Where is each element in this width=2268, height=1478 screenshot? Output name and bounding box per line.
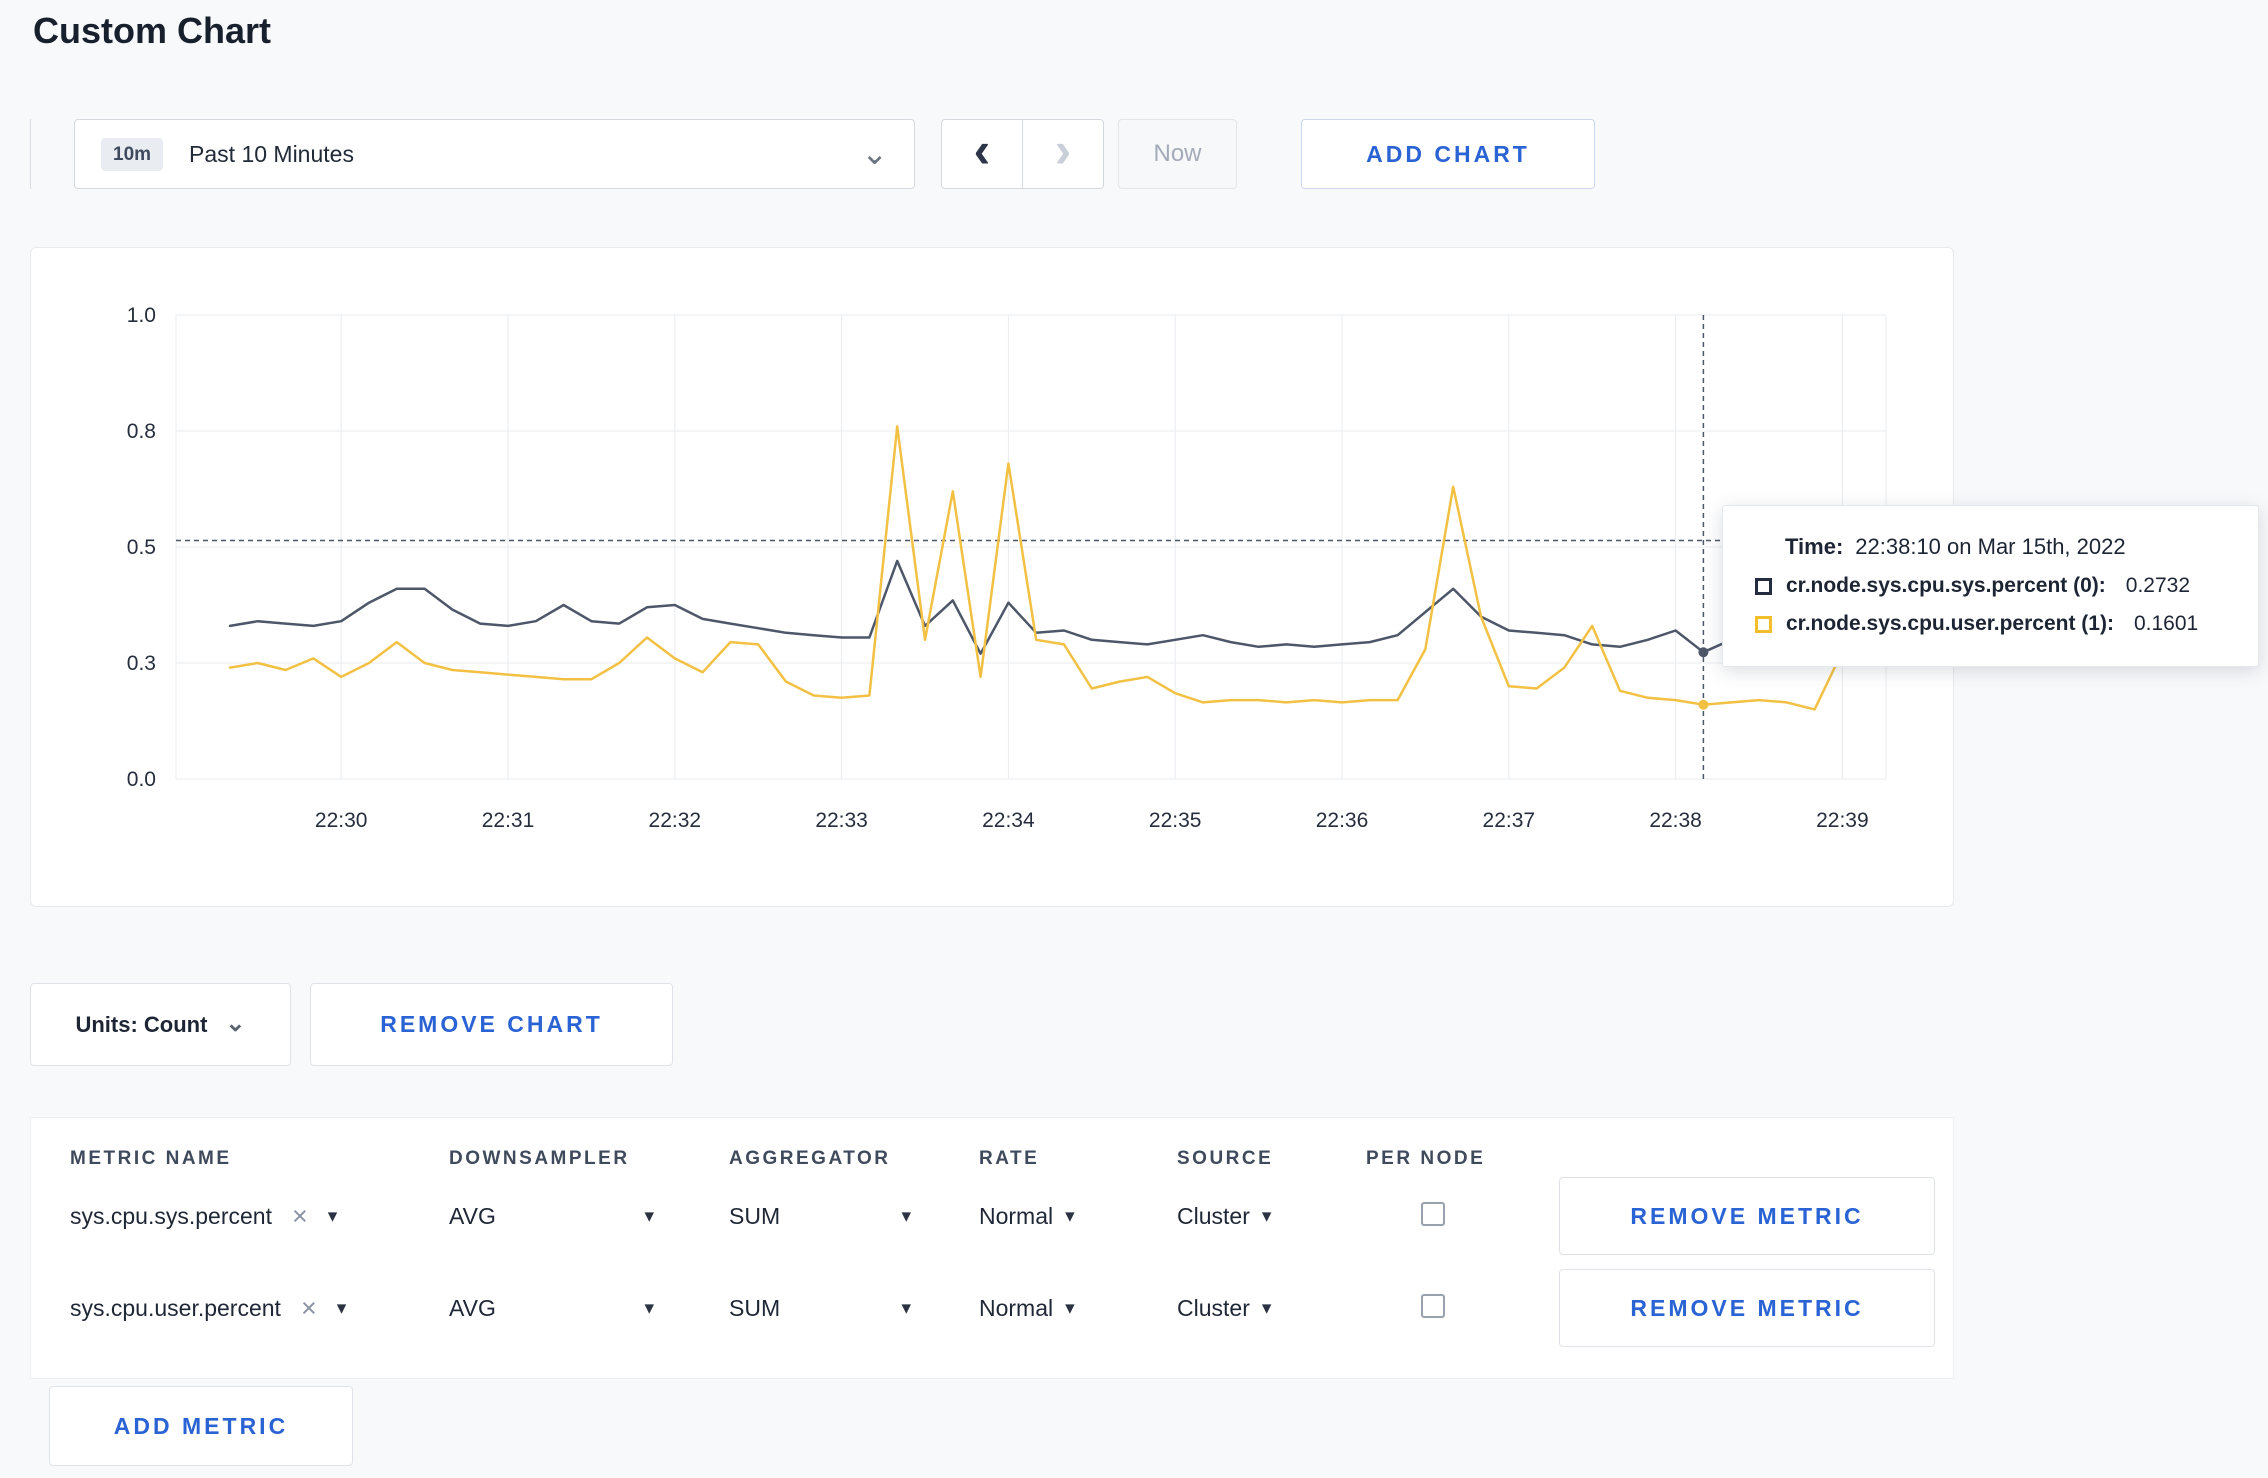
col-header-source: SOURCE bbox=[1177, 1148, 1274, 1169]
tooltip-time: Time: 22:38:10 on Mar 15th, 2022 bbox=[1785, 534, 2230, 560]
svg-text:22:30: 22:30 bbox=[315, 809, 368, 832]
metrics-table-header: METRIC NAME DOWNSAMPLER AGGREGATOR RATE … bbox=[31, 1118, 1953, 1170]
toolbar: 10m Past 10 Minutes ⌄ ‹ › Now ADD CHART bbox=[30, 119, 1595, 189]
aggregator-select[interactable]: SUM ▾ bbox=[729, 1295, 911, 1322]
next-time-button[interactable]: › bbox=[1022, 119, 1104, 189]
tooltip-time-value: 22:38:10 on Mar 15th, 2022 bbox=[1855, 534, 2126, 559]
source-select[interactable]: Cluster ▾ bbox=[1177, 1295, 1366, 1322]
source-value: Cluster bbox=[1177, 1294, 1250, 1321]
svg-text:0.5: 0.5 bbox=[127, 536, 156, 559]
time-range-badge: 10m bbox=[101, 137, 164, 171]
units-label: Units: Count bbox=[75, 1011, 208, 1037]
downsampler-value: AVG bbox=[449, 1294, 496, 1321]
metric-name-label: sys.cpu.sys.percent bbox=[70, 1202, 272, 1229]
aggregator-select[interactable]: SUM ▾ bbox=[729, 1203, 911, 1230]
metric-name-select[interactable]: sys.cpu.sys.percent × ▾ bbox=[70, 1202, 449, 1230]
downsampler-value: AVG bbox=[449, 1202, 496, 1229]
units-select[interactable]: Units: Count ⌄ bbox=[30, 983, 291, 1066]
tooltip-series-value: 0.2732 bbox=[2125, 574, 2191, 597]
col-header-downsampler: DOWNSAMPLER bbox=[449, 1148, 630, 1169]
chart-footer: Units: Count ⌄ REMOVE CHART bbox=[30, 983, 673, 1066]
chevron-down-icon: ⌄ bbox=[225, 1010, 246, 1038]
svg-text:22:36: 22:36 bbox=[1316, 809, 1369, 832]
toolbar-divider bbox=[30, 119, 31, 189]
svg-text:1.0: 1.0 bbox=[127, 304, 156, 327]
clear-metric-icon[interactable]: × bbox=[292, 1202, 308, 1230]
series-0-swatch-icon bbox=[1755, 577, 1772, 595]
tooltip-time-label: Time: bbox=[1785, 534, 1844, 559]
chart-card: 0.0 0.3 0.5 0.8 1.0 22:30 22:31 22:32 22:33 22:34… bbox=[30, 247, 1954, 907]
add-metric-button[interactable]: ADD METRIC bbox=[49, 1386, 353, 1466]
caret-down-icon: ▾ bbox=[644, 1297, 654, 1319]
chart-tooltip: Time: 22:38:10 on Mar 15th, 2022 cr.node.… bbox=[1722, 505, 2259, 667]
caret-down-icon: ▾ bbox=[901, 1297, 911, 1319]
remove-chart-button[interactable]: REMOVE CHART bbox=[310, 983, 673, 1066]
time-range-select[interactable]: 10m Past 10 Minutes ⌄ bbox=[74, 119, 915, 189]
svg-text:22:38: 22:38 bbox=[1649, 809, 1702, 832]
svg-text:0.0: 0.0 bbox=[127, 768, 156, 791]
clear-metric-icon[interactable]: × bbox=[301, 1294, 317, 1322]
svg-text:22:33: 22:33 bbox=[815, 809, 868, 832]
svg-text:22:31: 22:31 bbox=[482, 809, 535, 832]
col-header-per-node: PER NODE bbox=[1366, 1148, 1486, 1169]
tooltip-series-value: 0.1601 bbox=[2133, 612, 2199, 635]
metric-name-label: sys.cpu.user.percent bbox=[70, 1294, 281, 1321]
svg-text:22:34: 22:34 bbox=[982, 809, 1035, 832]
col-header-metric-name: METRIC NAME bbox=[70, 1148, 232, 1169]
custom-chart-page: Custom Chart 10m Past 10 Minutes ⌄ ‹ › N… bbox=[0, 0, 2268, 1478]
now-button[interactable]: Now bbox=[1118, 119, 1237, 189]
tooltip-series-name: cr.node.sys.cpu.sys.percent (0): bbox=[1786, 574, 2106, 597]
tooltip-series-row: cr.node.sys.cpu.user.percent (1): 0.1601 bbox=[1755, 612, 2230, 636]
aggregator-value: SUM bbox=[729, 1294, 781, 1321]
source-select[interactable]: Cluster ▾ bbox=[1177, 1203, 1366, 1230]
rate-select[interactable]: Normal ▾ bbox=[979, 1203, 1177, 1230]
caret-down-icon: ▾ bbox=[336, 1297, 347, 1319]
series-1-swatch-icon bbox=[1755, 615, 1772, 633]
aggregator-value: SUM bbox=[729, 1202, 781, 1229]
page-title: Custom Chart bbox=[33, 10, 272, 51]
col-header-rate: RATE bbox=[979, 1148, 1040, 1169]
rate-value: Normal bbox=[979, 1294, 1054, 1321]
col-header-aggregator: AGGREGATOR bbox=[729, 1148, 891, 1169]
caret-down-icon: ▾ bbox=[1261, 1297, 1272, 1319]
caret-down-icon: ▾ bbox=[1065, 1297, 1075, 1319]
timeseries-chart[interactable]: 0.0 0.3 0.5 0.8 1.0 22:30 22:31 22:32 22:33 22:34… bbox=[31, 248, 1953, 906]
remove-metric-button[interactable]: REMOVE METRIC bbox=[1559, 1177, 1935, 1255]
svg-text:0.8: 0.8 bbox=[127, 420, 156, 443]
remove-metric-button[interactable]: REMOVE METRIC bbox=[1559, 1269, 1935, 1347]
rate-select[interactable]: Normal ▾ bbox=[979, 1295, 1177, 1322]
metric-name-select[interactable]: sys.cpu.user.percent × ▾ bbox=[70, 1294, 449, 1322]
downsampler-select[interactable]: AVG ▾ bbox=[449, 1295, 654, 1322]
source-value: Cluster bbox=[1177, 1202, 1250, 1229]
rate-value: Normal bbox=[979, 1202, 1054, 1229]
chevron-right-icon: › bbox=[1054, 122, 1072, 178]
svg-text:22:35: 22:35 bbox=[1149, 809, 1202, 832]
svg-text:0.3: 0.3 bbox=[127, 652, 156, 675]
tooltip-series-name: cr.node.sys.cpu.user.percent (1): bbox=[1786, 612, 2114, 635]
add-chart-button[interactable]: ADD CHART bbox=[1301, 119, 1595, 189]
per-node-checkbox[interactable] bbox=[1421, 1293, 1445, 1318]
prev-time-button[interactable]: ‹ bbox=[941, 119, 1023, 189]
downsampler-select[interactable]: AVG ▾ bbox=[449, 1203, 654, 1230]
per-node-checkbox[interactable] bbox=[1421, 1201, 1445, 1226]
metric-row: sys.cpu.sys.percent × ▾ AVG ▾ SUM ▾ Norm… bbox=[31, 1170, 1953, 1262]
caret-down-icon: ▾ bbox=[1261, 1205, 1272, 1227]
time-range-label: Past 10 Minutes bbox=[189, 140, 354, 167]
svg-text:22:37: 22:37 bbox=[1483, 809, 1536, 832]
chevron-down-icon: ⌄ bbox=[861, 135, 888, 172]
caret-down-icon: ▾ bbox=[901, 1205, 911, 1227]
caret-down-icon: ▾ bbox=[644, 1205, 654, 1227]
svg-text:22:32: 22:32 bbox=[649, 809, 702, 832]
chevron-left-icon: ‹ bbox=[973, 122, 991, 178]
tooltip-series-row: cr.node.sys.cpu.sys.percent (0): 0.2732 bbox=[1755, 574, 2230, 598]
metric-row: sys.cpu.user.percent × ▾ AVG ▾ SUM ▾ Nor… bbox=[31, 1262, 1953, 1354]
caret-down-icon: ▾ bbox=[327, 1205, 338, 1227]
metrics-table: METRIC NAME DOWNSAMPLER AGGREGATOR RATE … bbox=[30, 1117, 1954, 1379]
time-pager: ‹ › bbox=[941, 119, 1104, 189]
caret-down-icon: ▾ bbox=[1065, 1205, 1075, 1227]
svg-text:22:39: 22:39 bbox=[1816, 809, 1869, 832]
